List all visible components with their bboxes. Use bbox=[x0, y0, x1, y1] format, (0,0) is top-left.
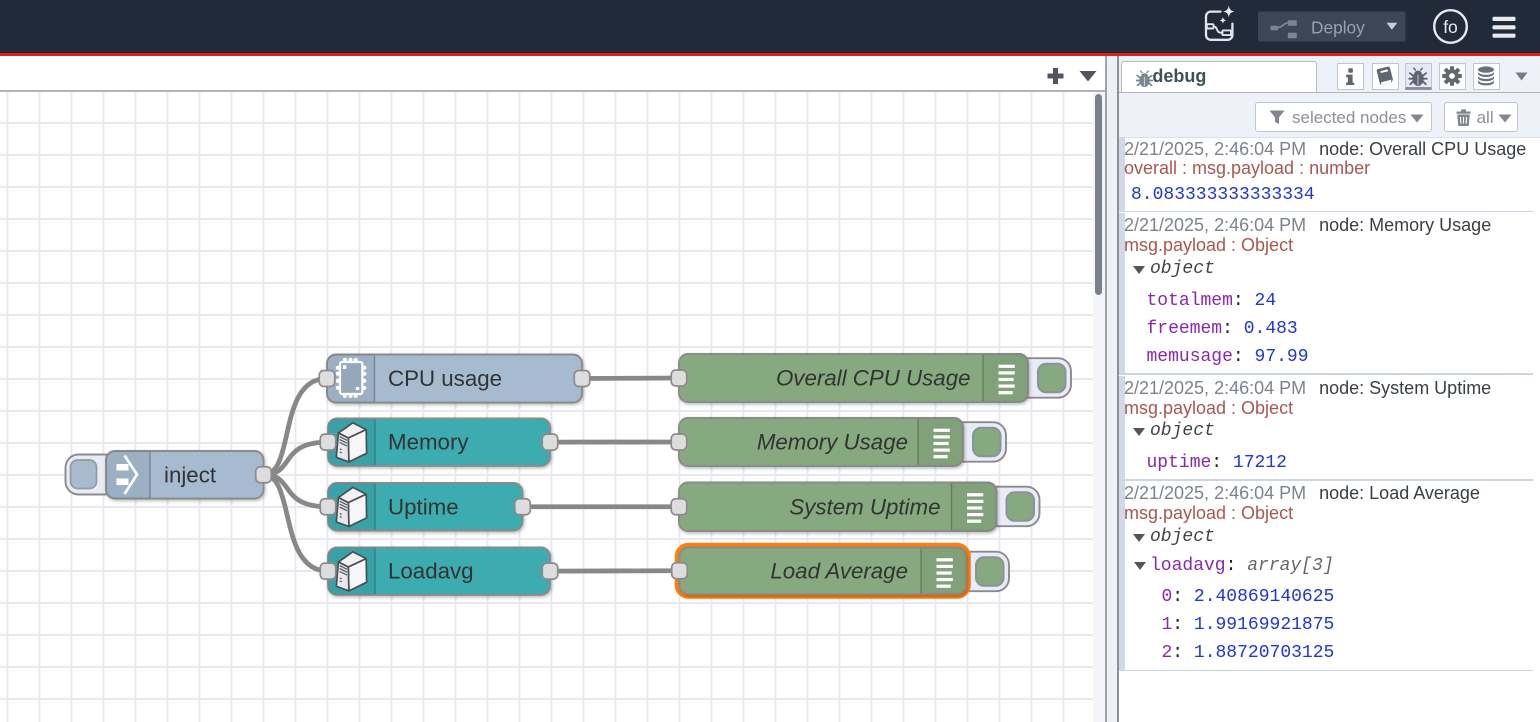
svg-text:Memory: Memory bbox=[388, 430, 469, 455]
svg-text:Deploy: Deploy bbox=[1311, 18, 1365, 38]
svg-text:Memory Usage: Memory Usage bbox=[757, 430, 908, 455]
svg-text:Load Average: Load Average bbox=[770, 558, 908, 583]
svg-text:Overall CPU Usage: Overall CPU Usage bbox=[776, 366, 971, 391]
svg-text:Loadavg: Loadavg bbox=[388, 559, 474, 584]
svg-text:CPU usage: CPU usage bbox=[388, 366, 502, 391]
svg-text:Uptime: Uptime bbox=[388, 494, 459, 519]
svg-text:System Uptime: System Uptime bbox=[789, 494, 940, 519]
svg-text:inject: inject bbox=[164, 462, 217, 487]
svg-text:fo: fo bbox=[1443, 17, 1458, 37]
